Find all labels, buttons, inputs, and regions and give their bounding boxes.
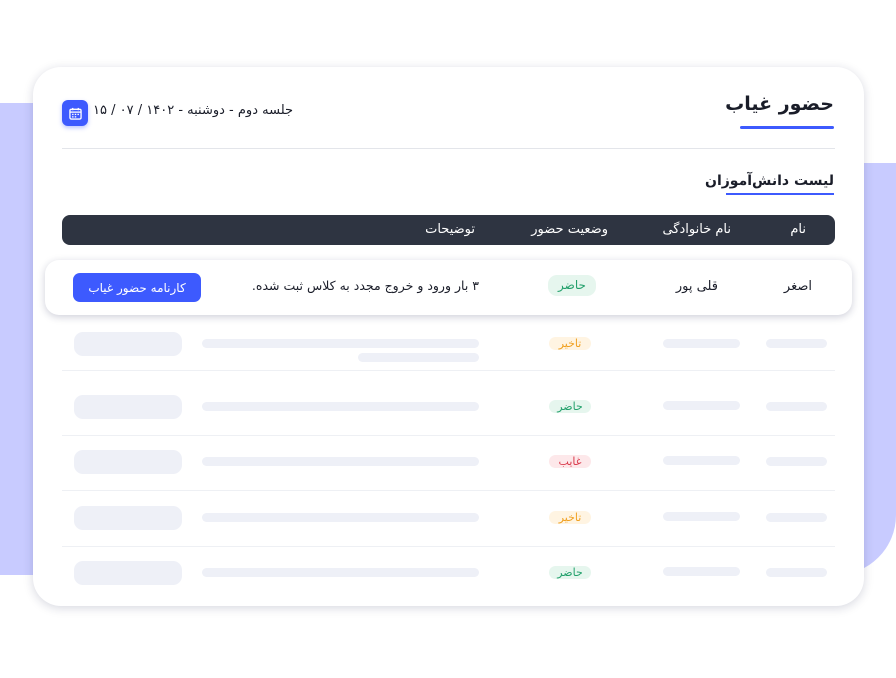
placeholder-notes bbox=[202, 339, 479, 348]
placeholder-notes bbox=[202, 568, 479, 577]
session-info: جلسه دوم - دوشنبه - ۱۴۰۲ / ۰۷ / ۱۵ bbox=[93, 103, 294, 118]
table-row[interactable]: غایب bbox=[62, 435, 835, 491]
placeholder-name bbox=[766, 568, 827, 577]
cell-name: اصغر bbox=[783, 279, 812, 294]
table-row[interactable]: تاخیر bbox=[62, 315, 835, 371]
section-title: لیست دانش‌آموزان bbox=[705, 173, 834, 189]
header-notes: توضیحات bbox=[425, 222, 475, 237]
status-badge: غایب bbox=[549, 455, 591, 468]
placeholder-family bbox=[663, 567, 740, 576]
table-row-active[interactable]: اصغر قلی پور حاضر ۳ بار ورود و خروج مجدد… bbox=[45, 260, 852, 315]
header-divider bbox=[62, 148, 835, 149]
placeholder-name bbox=[766, 457, 827, 466]
table-row[interactable]: حاضر bbox=[62, 380, 835, 436]
header-name: نام bbox=[790, 222, 806, 237]
placeholder-notes-line2 bbox=[358, 353, 479, 362]
placeholder-name bbox=[766, 513, 827, 522]
section-underline bbox=[726, 193, 834, 195]
header-family: نام خانوادگی bbox=[662, 222, 731, 237]
placeholder-family bbox=[663, 401, 740, 410]
cell-notes: ۳ بار ورود و خروج مجدد به کلاس ثبت شده. bbox=[251, 278, 479, 293]
placeholder-name bbox=[766, 402, 827, 411]
status-badge: حاضر bbox=[548, 275, 596, 296]
placeholder-notes bbox=[202, 457, 479, 466]
header-status: وضعیت حضور bbox=[531, 222, 608, 237]
table-row[interactable]: حاضر bbox=[62, 546, 835, 601]
placeholder-family bbox=[663, 512, 740, 521]
page-title: حضور غیاب bbox=[725, 93, 834, 115]
placeholder-notes bbox=[202, 402, 479, 411]
status-badge: حاضر bbox=[549, 400, 591, 413]
placeholder-name bbox=[766, 339, 827, 348]
placeholder-button bbox=[74, 506, 182, 530]
placeholder-family bbox=[663, 339, 740, 348]
calendar-icon bbox=[68, 107, 82, 120]
status-badge: حاضر bbox=[549, 566, 591, 579]
placeholder-button bbox=[74, 332, 182, 356]
status-badge: تاخیر bbox=[549, 337, 591, 350]
status-badge: تاخیر bbox=[549, 511, 591, 524]
table-header: نام نام خانوادگی وضعیت حضور توضیحات bbox=[62, 215, 835, 245]
placeholder-button bbox=[74, 450, 182, 474]
placeholder-button bbox=[74, 561, 182, 585]
attendance-card: حضور غیاب جلسه دوم - دوشنبه - ۱۴۰۲ / ۰۷ … bbox=[33, 67, 864, 606]
placeholder-family bbox=[663, 456, 740, 465]
placeholder-button bbox=[74, 395, 182, 419]
table-row[interactable]: تاخیر bbox=[62, 491, 835, 547]
title-underline bbox=[740, 126, 834, 129]
date-picker-button[interactable] bbox=[62, 100, 88, 126]
placeholder-notes bbox=[202, 513, 479, 522]
attendance-report-button[interactable]: کارنامه حضور غیاب bbox=[73, 273, 201, 302]
cell-family: قلی پور bbox=[675, 279, 718, 294]
